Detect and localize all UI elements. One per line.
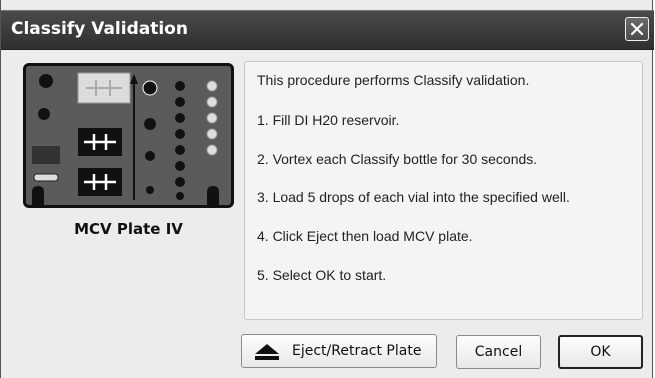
eject-retract-plate-button[interactable]: Eject/Retract Plate	[241, 334, 437, 368]
plate-caption: MCV Plate IV	[74, 220, 183, 238]
mcv-plate-diagram	[23, 63, 234, 208]
intro-text: This procedure performs Classify validat…	[257, 72, 530, 88]
window-title: Classify Validation	[11, 19, 188, 39]
eject-icon	[255, 344, 279, 360]
classify-validation-dialog: Classify Validation MCV Plate IV This pr…	[0, 0, 654, 378]
title-bar: Classify Validation	[1, 10, 654, 50]
cancel-button[interactable]: Cancel	[456, 335, 541, 369]
close-button[interactable]	[625, 17, 649, 41]
step-3: 3. Load 5 drops of each vial into the sp…	[257, 189, 570, 205]
step-2: 2. Vortex each Classify bottle for 30 se…	[257, 151, 538, 167]
close-icon	[630, 22, 644, 36]
step-5: 5. Select OK to start.	[257, 267, 387, 283]
step-1: 1. Fill DI H20 reservoir.	[257, 112, 400, 128]
instructions-panel: This procedure performs Classify validat…	[244, 61, 643, 320]
ok-button[interactable]: OK	[558, 335, 643, 369]
step-4: 4. Click Eject then load MCV plate.	[257, 228, 473, 244]
eject-label: Eject/Retract Plate	[292, 343, 422, 359]
